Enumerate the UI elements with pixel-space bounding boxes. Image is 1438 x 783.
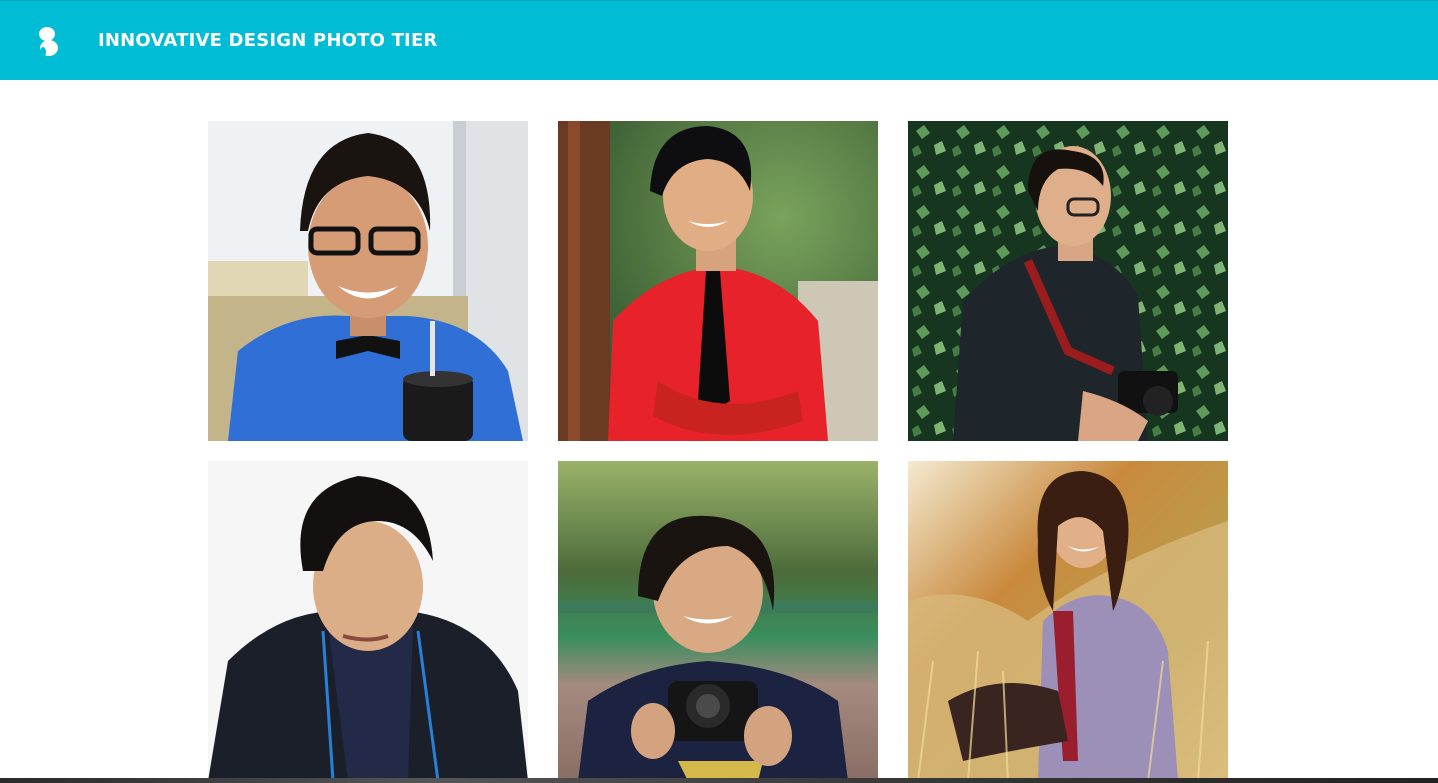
innovative-design-logo-icon[interactable] (36, 25, 60, 59)
portrait-photo-4 (208, 461, 528, 781)
photo-tile-5[interactable] (558, 461, 878, 781)
photo-tile-3[interactable] (908, 121, 1228, 441)
portrait-photo-1 (208, 121, 528, 441)
photo-tile-2[interactable] (558, 121, 878, 441)
portrait-photo-5 (558, 461, 878, 781)
photo-tile-1[interactable] (208, 121, 528, 441)
photo-tile-4[interactable] (208, 461, 528, 781)
portrait-photo-3 (908, 121, 1228, 441)
photo-tile-6[interactable] (908, 461, 1228, 781)
portrait-photo-2 (558, 121, 878, 441)
page-title: INNOVATIVE DESIGN PHOTO TIER (98, 30, 438, 51)
bottom-photo-strip (0, 778, 1438, 783)
portrait-photo-6 (908, 461, 1228, 781)
top-header-bar: INNOVATIVE DESIGN PHOTO TIER (0, 0, 1438, 80)
